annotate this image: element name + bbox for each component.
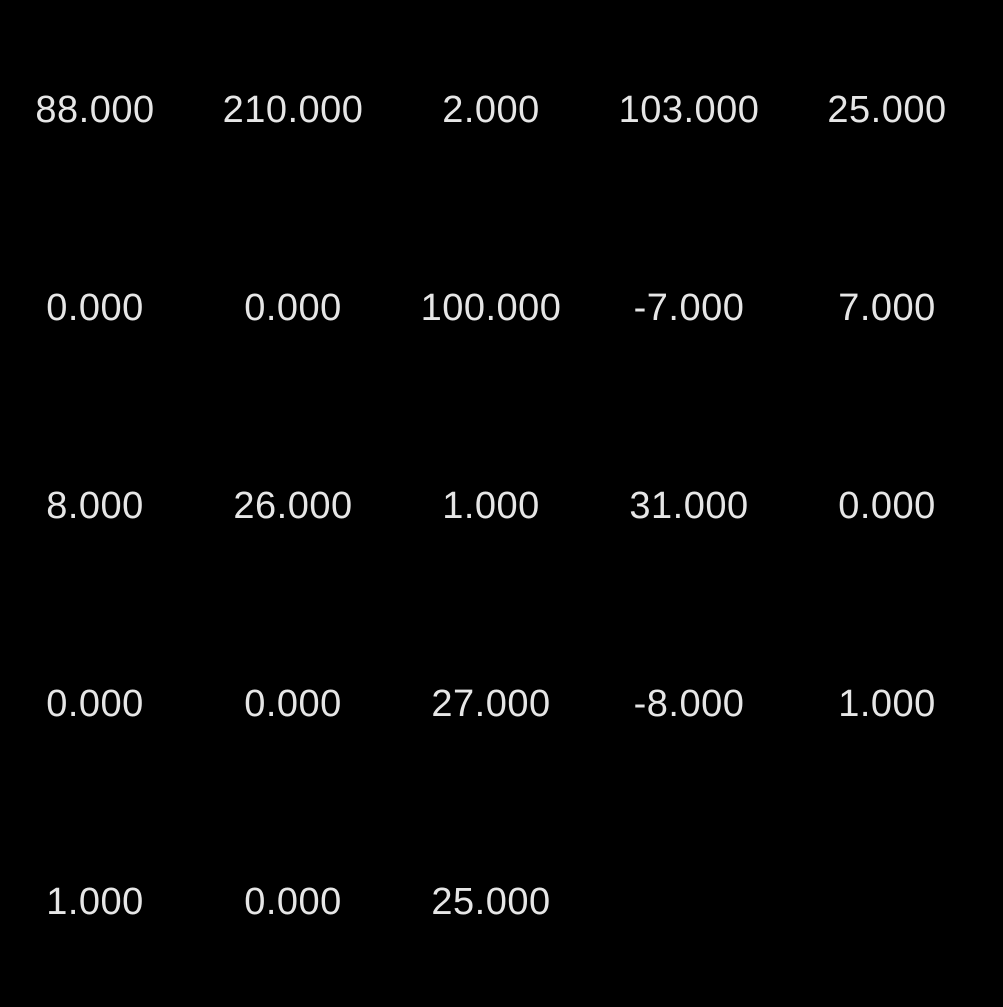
grid-cell: 103.000 xyxy=(618,89,760,131)
grid-cell: 1.000 xyxy=(442,485,540,527)
grid-cell: 0.000 xyxy=(244,287,342,329)
grid-cell: 210.000 xyxy=(222,89,364,131)
grid-cell: 1.000 xyxy=(46,881,144,923)
grid-cell: 0.000 xyxy=(46,683,144,725)
grid-cell: 0.000 xyxy=(244,881,342,923)
grid-row: 8.000 26.000 1.000 31.000 0.000 xyxy=(0,476,1003,536)
grid-cell: -7.000 xyxy=(633,287,745,329)
grid-cell: 100.000 xyxy=(420,287,562,329)
grid-cell: 26.000 xyxy=(233,485,353,527)
grid-cell: 25.000 xyxy=(431,881,551,923)
grid-cell: 2.000 xyxy=(442,89,540,131)
grid-cell: -8.000 xyxy=(633,683,745,725)
grid-cell: 31.000 xyxy=(629,485,749,527)
grid-cell: 88.000 xyxy=(35,89,155,131)
grid-cell: 27.000 xyxy=(431,683,551,725)
grid-cell: 8.000 xyxy=(46,485,144,527)
grid-row: 1.000 0.000 25.000 xyxy=(0,872,1003,932)
grid-cell: 0.000 xyxy=(244,683,342,725)
grid-cell: 1.000 xyxy=(838,683,936,725)
grid-cell: 0.000 xyxy=(46,287,144,329)
grid-cell: 0.000 xyxy=(838,485,936,527)
grid-row: 0.000 0.000 100.000 -7.000 7.000 xyxy=(0,278,1003,338)
grid-row: 88.000 210.000 2.000 103.000 25.000 xyxy=(0,80,1003,140)
value-grid: 88.000 210.000 2.000 103.000 25.000 0.000 0.00… xyxy=(0,0,1003,1007)
grid-row: 0.000 0.000 27.000 -8.000 1.000 xyxy=(0,674,1003,734)
grid-cell: 25.000 xyxy=(827,89,947,131)
grid-cell: 7.000 xyxy=(838,287,936,329)
